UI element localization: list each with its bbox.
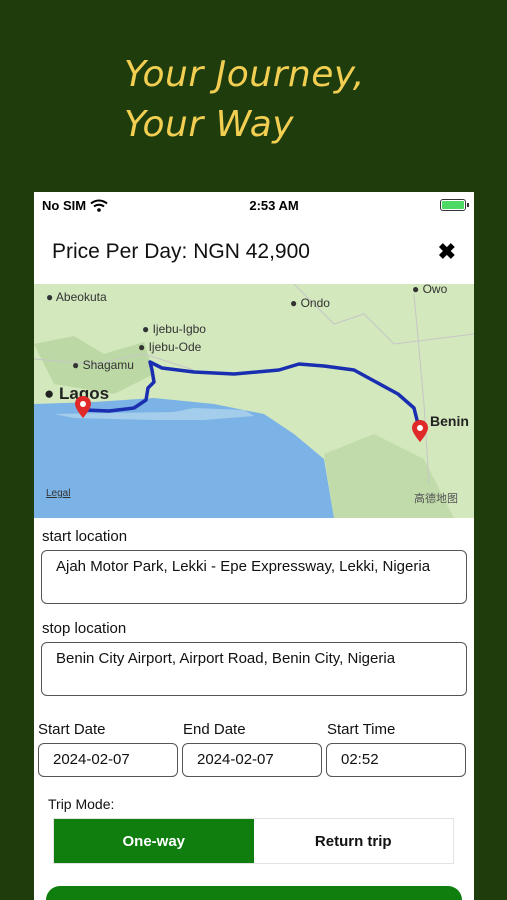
carrier-text: No SIM — [42, 197, 87, 213]
route-map[interactable]: ● Abeokuta ● Ondo ● Owo ● Ijebu-Igbo ● I… — [34, 284, 474, 518]
city-label-shagamu: ● Shagamu — [72, 358, 134, 372]
city-label-ijebu-ode: ● Ijebu-Ode — [138, 340, 202, 354]
start-date-label: Start Date — [38, 721, 106, 738]
city-label-abeokuta: ● Abeokuta — [46, 290, 107, 304]
start-location-label: start location — [42, 528, 128, 545]
trip-mode-one-way[interactable]: One-way — [54, 819, 254, 863]
end-date-label: End Date — [183, 721, 246, 738]
map-provider-logo: 高德地图 — [414, 493, 458, 505]
battery-icon — [440, 199, 469, 211]
price-per-day-title: Price Per Day: NGN 42,900 — [52, 240, 310, 263]
stop-pin-icon[interactable] — [412, 420, 428, 442]
city-label-ondo: ● Ondo — [290, 296, 330, 310]
trip-mode-return-trip[interactable]: Return trip — [254, 819, 454, 863]
end-date-field[interactable]: 2024-02-07 — [182, 743, 322, 777]
stop-location-label: stop location — [42, 620, 127, 637]
trip-mode-selector: One-way Return trip — [53, 818, 454, 864]
headline-line-1: Your Journey, — [124, 54, 365, 95]
headline-line-2: Your Way — [124, 104, 295, 145]
legal-link[interactable]: Legal — [46, 488, 70, 499]
stop-location-field[interactable]: Benin City Airport, Airport Road, Benin … — [41, 642, 467, 696]
city-label-ijebu-igbo: ● Ijebu-Igbo — [142, 322, 206, 336]
city-label-benin: Benin — [430, 413, 469, 429]
phone-screen: No SIM 2:53 AM Price Per Day: NGN 42,900… — [34, 192, 474, 900]
clock-text: 2:53 AM — [249, 197, 299, 213]
start-time-field[interactable]: 02:52 — [326, 743, 466, 777]
start-pin-icon[interactable] — [75, 396, 91, 418]
wifi-icon — [90, 199, 108, 212]
close-icon[interactable]: ✖ — [438, 239, 456, 265]
headline: Your Journey, Your Way — [124, 50, 365, 150]
modal-header: Price Per Day: NGN 42,900 ✖ — [52, 236, 456, 268]
start-location-field[interactable]: Ajah Motor Park, Lekki - Epe Expressway,… — [41, 550, 467, 604]
trip-mode-label: Trip Mode: — [48, 796, 115, 812]
submit-button[interactable] — [46, 886, 462, 900]
start-date-field[interactable]: 2024-02-07 — [38, 743, 178, 777]
status-bar: No SIM 2:53 AM — [34, 192, 474, 218]
city-label-owo: ● Owo — [412, 284, 448, 296]
start-time-label: Start Time — [327, 721, 396, 738]
